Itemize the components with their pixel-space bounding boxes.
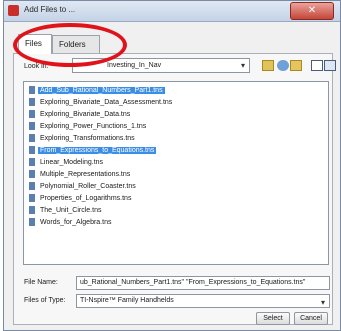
tns-file-icon <box>29 146 35 155</box>
tns-file-icon <box>29 86 35 95</box>
files-of-type-dropdown[interactable]: TI-Nspire™ Family Handhelds ▾ <box>76 294 330 308</box>
tns-file-icon <box>29 98 35 107</box>
list-item[interactable]: Words_for_Algebra.tns <box>29 218 113 227</box>
list-item[interactable]: Multiple_Representations.tns <box>29 170 132 179</box>
tns-file-icon <box>29 170 35 179</box>
list-item[interactable]: Exploring_Power_Functions_1.tns <box>29 122 148 131</box>
list-item[interactable]: Properties_of_Logarithms.tns <box>29 194 133 203</box>
list-item[interactable]: Polynomial_Roller_Coaster.tns <box>29 182 138 191</box>
file-name: Words_for_Algebra.tns <box>40 219 112 226</box>
file-name-label: File Name: <box>24 279 58 286</box>
chevron-down-icon: ▾ <box>320 298 325 307</box>
file-dialog: Add Files to ... ✕ Files Folders Look in… <box>3 0 341 331</box>
close-button[interactable]: ✕ <box>290 2 334 20</box>
tns-file-icon <box>29 158 35 167</box>
annotation-ellipse <box>13 23 127 67</box>
file-name: Properties_of_Logarithms.tns <box>40 195 132 202</box>
list-item[interactable]: Add_Sub_Rational_Numbers_Part1.tns <box>29 86 165 95</box>
tns-file-icon <box>29 134 35 143</box>
new-folder-icon[interactable] <box>290 60 302 71</box>
files-of-type-label: Files of Type: <box>24 297 66 304</box>
file-name: Polynomial_Roller_Coaster.tns <box>40 183 136 190</box>
file-name: The_Unit_Circle.tns <box>40 207 102 214</box>
chevron-down-icon: ▾ <box>240 61 245 70</box>
file-name: Add_Sub_Rational_Numbers_Part1.tns <box>38 87 165 94</box>
tns-file-icon <box>29 194 35 203</box>
list-item[interactable]: Exploring_Bivariate_Data.tns <box>29 110 132 119</box>
list-item[interactable]: Exploring_Bivariate_Data_Assessment.tns <box>29 98 174 107</box>
file-name: Exploring_Bivariate_Data_Assessment.tns <box>40 99 173 106</box>
file-name: From_Expressions_to_Equations.tns <box>36 146 158 155</box>
file-name: Linear_Modeling.tns <box>40 159 104 166</box>
tns-file-icon <box>29 206 35 215</box>
tns-file-icon <box>29 218 35 227</box>
list-item[interactable]: The_Unit_Circle.tns <box>29 206 103 215</box>
up-folder-icon[interactable] <box>262 60 274 71</box>
details-view-icon[interactable] <box>324 60 336 71</box>
app-icon <box>8 5 19 16</box>
file-name-input[interactable]: ub_Rational_Numbers_Part1.tns" "From_Exp… <box>76 276 330 290</box>
file-list[interactable]: Add_Sub_Rational_Numbers_Part1.tns Explo… <box>23 81 329 265</box>
tns-file-icon <box>29 110 35 119</box>
title-bar[interactable]: Add Files to ... ✕ <box>4 1 340 22</box>
list-item[interactable]: Linear_Modeling.tns <box>29 158 105 167</box>
select-button[interactable]: Select <box>256 312 290 325</box>
list-view-icon[interactable] <box>311 60 323 71</box>
file-name: Multiple_Representations.tns <box>40 171 131 178</box>
tns-file-icon <box>29 182 35 191</box>
tns-file-icon <box>29 122 35 131</box>
file-name: Exploring_Power_Functions_1.tns <box>40 123 147 130</box>
list-item[interactable]: Exploring_Transformations.tns <box>29 134 137 143</box>
web-icon[interactable] <box>277 60 289 71</box>
look-in-value: Investing_In_Nav <box>107 62 162 69</box>
files-panel: Look in: Investing_In_Nav ▾ Add_Sub_Rati… <box>13 53 336 325</box>
list-item[interactable]: From_Expressions_to_Equations.tns <box>29 146 158 155</box>
file-name: Exploring_Transformations.tns <box>40 135 135 142</box>
cancel-button[interactable]: Cancel <box>294 312 328 325</box>
file-name: Exploring_Bivariate_Data.tns <box>40 111 131 118</box>
files-of-type-value: TI-Nspire™ Family Handhelds <box>80 297 174 304</box>
window-title: Add Files to ... <box>24 5 76 14</box>
